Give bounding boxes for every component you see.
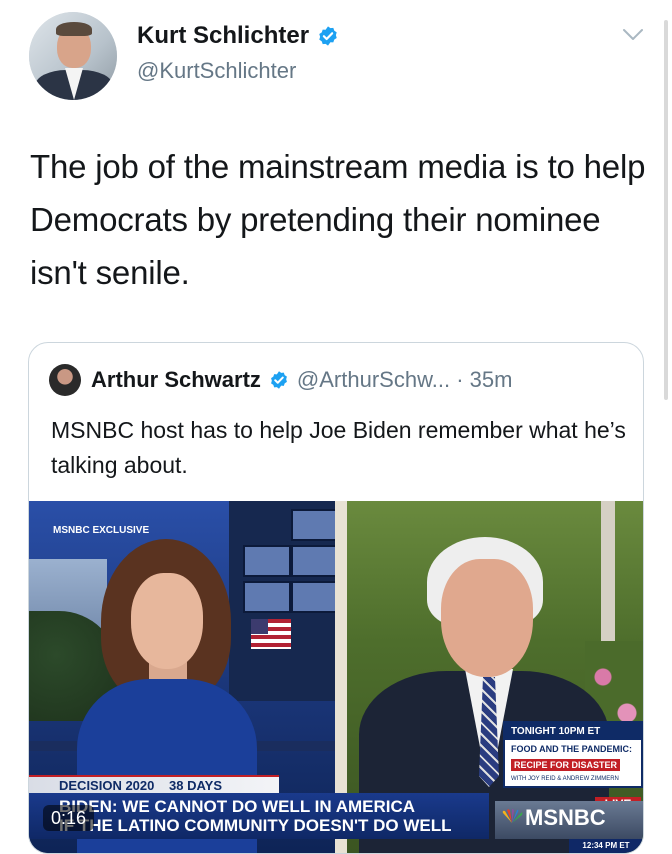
quoted-tweet-text: MSNBC host has to help Joe Biden remembe…	[51, 417, 626, 478]
author-name[interactable]: Kurt Schlichter	[137, 22, 309, 50]
tonight-line1: FOOD AND THE PANDEMIC:	[511, 744, 632, 754]
flag-icon	[251, 619, 291, 649]
tweet-header: Kurt Schlichter @KurtSchlichter	[0, 0, 672, 110]
msnbc-logo: MSNBC	[495, 801, 643, 839]
chyron: BIDEN: WE CANNOT DO WELL IN AMERICA IF T…	[29, 793, 489, 839]
scrollbar[interactable]	[664, 20, 668, 400]
author-avatar[interactable]	[29, 12, 117, 100]
quoted-tweet-card[interactable]: Arthur Schwartz @ArthurSchw... · 35m MSN…	[28, 342, 644, 854]
video-player[interactable]: MSNBC EXCLUSIVE TONIGHT 10PM ET FOOD AND…	[29, 501, 643, 853]
quoted-author-handle[interactable]: @ArthurSchw... · 35m	[297, 367, 513, 393]
verified-badge-icon	[271, 371, 287, 389]
author-handle[interactable]: @KurtSchlichter	[137, 58, 296, 84]
verified-badge-icon	[319, 26, 337, 46]
tonight-header: TONIGHT 10PM ET	[505, 723, 641, 740]
video-duration: 0:16	[43, 805, 95, 831]
broadcast-clock: 12:34 PM ET	[569, 839, 643, 853]
chyron-line2: IF THE LATINO COMMUNITY DOESN'T DO WELL	[59, 816, 452, 835]
quoted-tweet-header: Arthur Schwartz @ArthurSchw... · 35m	[49, 364, 513, 396]
peacock-icon	[502, 809, 523, 823]
tonight-line3: WITH JOY REID & ANDREW ZIMMERN	[511, 776, 619, 782]
msnbc-logo-text: MSNBC	[525, 805, 606, 830]
msnbc-exclusive-badge: MSNBC EXCLUSIVE	[53, 525, 150, 536]
decision-bar: DECISION 2020 38 DAYS	[29, 775, 279, 795]
chyron-line1: BIDEN: WE CANNOT DO WELL IN AMERICA	[59, 797, 416, 816]
tonight-line2: RECIPE FOR DISASTER	[511, 759, 621, 771]
quoted-author-avatar[interactable]	[49, 364, 81, 396]
tonight-promo: TONIGHT 10PM ET FOOD AND THE PANDEMIC: R…	[503, 721, 643, 788]
chevron-down-icon[interactable]	[622, 28, 644, 42]
tweet-text: The job of the mainstream media is to he…	[30, 148, 646, 291]
quoted-author-name[interactable]: Arthur Schwartz	[91, 367, 261, 393]
author-name-row: Kurt Schlichter	[137, 22, 339, 50]
